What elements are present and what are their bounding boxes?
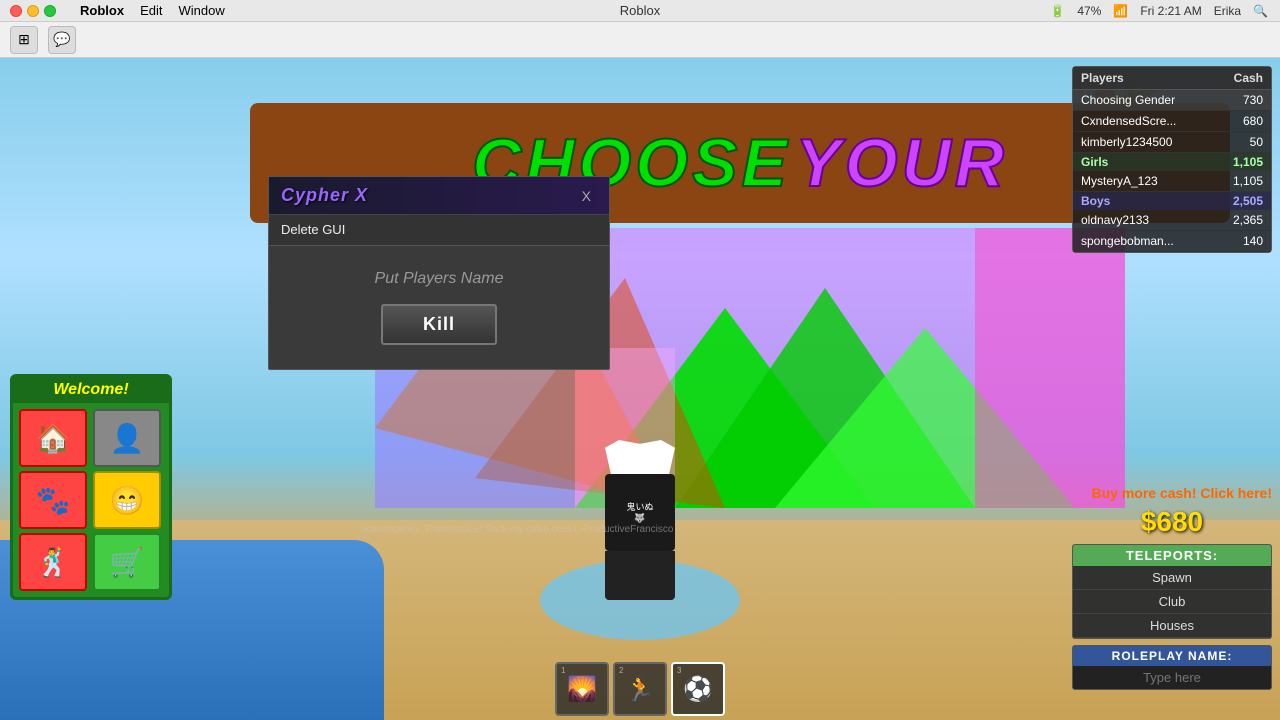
mac-left-area: Roblox Edit Window [10, 3, 225, 18]
buy-cash-link[interactable]: Buy more cash! Click here! [1072, 485, 1272, 502]
player-name-cell: oldnavy2133 [1081, 213, 1149, 227]
welcome-home-button[interactable]: 🏠 [19, 409, 87, 467]
section-girls-cash: 1,105 [1233, 155, 1263, 169]
section-girls: Girls 1,105 [1073, 153, 1271, 171]
window-title: Roblox [620, 3, 660, 18]
hotbar-slot-2-inner: 2 🏃 [615, 664, 665, 714]
hotbar: 1 🌄 2 🏃 3 ⚽ [555, 662, 725, 716]
welcome-grid: 🏠 👤 🐾 😁 🕺 🛒 [13, 403, 169, 597]
mac-titlebar: Roblox Edit Window Roblox 🔋 47% 📶 Fri 2:… [0, 0, 1280, 22]
teleports-panel: TELEPORTS: Spawn Club Houses [1072, 544, 1272, 639]
players-cash-panel: Players Cash Choosing Gender 730 Cxndens… [1072, 66, 1272, 253]
player-row-kimberly: kimberly1234500 50 [1073, 132, 1271, 153]
hotbar-slot-3-icon: ⚽ [683, 675, 713, 704]
player-cash-cell: 680 [1243, 114, 1263, 128]
roleplay-header: ROLEPLAY NAME: [1073, 646, 1271, 666]
menu-window[interactable]: Window [178, 3, 224, 18]
houses-teleport-button[interactable]: Houses [1073, 614, 1271, 638]
player-cash-cell: 2,365 [1233, 213, 1263, 227]
mac-window-controls[interactable] [10, 5, 56, 17]
player-cash-cell: 730 [1243, 93, 1263, 107]
username: Erika [1214, 4, 1241, 18]
char-pants [605, 551, 675, 600]
welcome-title: Welcome! [13, 377, 169, 403]
game-character: 鬼いぬ🐺 [600, 440, 680, 600]
char-body: 鬼いぬ🐺 [605, 474, 675, 552]
mac-status-bar: 🔋 47% 📶 Fri 2:21 AM Erika 🔍 [1048, 4, 1270, 18]
hotbar-slot-2-number: 2 [619, 666, 623, 675]
cypher-gui-title: Cypher X [281, 185, 368, 206]
window-toolbar: ⊞ 💬 [0, 22, 1280, 58]
watermark-text: ScavengerBy: FranciscoLet Sack my clitko… [360, 524, 673, 535]
section-boys-cash: 2,505 [1233, 194, 1263, 208]
menu-edit[interactable]: Edit [140, 3, 162, 18]
close-window-button[interactable] [10, 5, 22, 17]
player-row-choosing-gender: Choosing Gender 730 [1073, 90, 1271, 111]
player-row-cxndensed: CxndensedScre... 680 [1073, 111, 1271, 132]
hotbar-slot-1-icon: 🌄 [567, 675, 597, 704]
player-row-spongebob: spongebobman... 140 [1073, 231, 1271, 252]
section-boys-label: Boys [1081, 194, 1110, 208]
hotbar-slot-1-number: 1 [561, 666, 565, 675]
cypher-title-bar: Cypher X X [269, 177, 609, 215]
welcome-pets-button[interactable]: 🐾 [19, 471, 87, 529]
player-name-cell: spongebobman... [1081, 234, 1174, 248]
spawn-teleport-button[interactable]: Spawn [1073, 566, 1271, 590]
player-row-oldnavy: oldnavy2133 2,365 [1073, 210, 1271, 231]
cash-display: $680 [1072, 506, 1272, 538]
welcome-panel: Welcome! 🏠 👤 🐾 😁 🕺 🛒 [10, 374, 172, 600]
hotbar-slot-1-inner: 1 🌄 [557, 664, 607, 714]
cash-column-header: Cash [1234, 71, 1263, 85]
player-cash-cell: 50 [1250, 135, 1263, 149]
section-girls-label: Girls [1081, 155, 1108, 169]
player-name-cell: CxndensedScre... [1081, 114, 1176, 128]
mac-menu-bar: Roblox Edit Window [80, 3, 225, 18]
roleplay-name-input[interactable] [1073, 666, 1271, 689]
cypher-content-area: Put Players Name Kill [269, 246, 609, 369]
players-column-header: Players [1081, 71, 1124, 85]
bottom-right-panel: Buy more cash! Click here! $680 TELEPORT… [1072, 485, 1272, 690]
kill-button[interactable]: Kill [381, 304, 497, 345]
game-viewport: 🌴 CHOOSE YOUR 鬼いぬ🐺 ScavengerBy: Francisc… [0, 58, 1280, 720]
hotbar-slot-3[interactable]: 3 ⚽ [671, 662, 725, 716]
welcome-player-button[interactable]: 👤 [93, 409, 161, 467]
welcome-dance-button[interactable]: 🕺 [19, 533, 87, 591]
player-name-cell: MysteryA_123 [1081, 174, 1158, 188]
search-icon[interactable]: 🔍 [1253, 4, 1268, 18]
player-name-input[interactable]: Put Players Name [285, 270, 593, 288]
player-cash-cell: 1,105 [1233, 174, 1263, 188]
banner-your-text: YOUR [795, 124, 1007, 202]
player-cash-cell: 140 [1243, 234, 1263, 248]
player-name-cell: Choosing Gender [1081, 93, 1175, 107]
hotbar-slot-2-icon: 🏃 [625, 675, 655, 704]
roleplay-section: ROLEPLAY NAME: [1072, 645, 1272, 690]
battery-icon: 🔋 [1050, 4, 1065, 18]
hotbar-slot-2[interactable]: 2 🏃 [613, 662, 667, 716]
welcome-shop-button[interactable]: 🛒 [93, 533, 161, 591]
toolbar-icon-2[interactable]: 💬 [48, 26, 76, 54]
maximize-window-button[interactable] [44, 5, 56, 17]
teleports-header: TELEPORTS: [1073, 545, 1271, 566]
toolbar-icon-1[interactable]: ⊞ [10, 26, 38, 54]
minimize-window-button[interactable] [27, 5, 39, 17]
player-name-cell: kimberly1234500 [1081, 135, 1172, 149]
wifi-icon: 📶 [1113, 4, 1128, 18]
club-teleport-button[interactable]: Club [1073, 590, 1271, 614]
players-cash-header: Players Cash [1073, 67, 1271, 90]
cypher-close-button[interactable]: X [576, 186, 597, 206]
battery-level: 47% [1077, 4, 1101, 18]
hotbar-slot-3-inner: 3 ⚽ [673, 664, 723, 714]
menu-roblox[interactable]: Roblox [80, 3, 124, 18]
player-row-mystery: MysteryA_123 1,105 [1073, 171, 1271, 192]
section-boys: Boys 2,505 [1073, 192, 1271, 210]
delete-gui-button[interactable]: Delete GUI [281, 222, 345, 237]
datetime: Fri 2:21 AM [1140, 4, 1201, 18]
hotbar-slot-3-number: 3 [677, 666, 681, 675]
cypher-menu-bar: Delete GUI [269, 215, 609, 246]
cypher-gui-modal: Cypher X X Delete GUI Put Players Name K… [268, 176, 610, 370]
hotbar-slot-1[interactable]: 1 🌄 [555, 662, 609, 716]
welcome-emoji-button[interactable]: 😁 [93, 471, 161, 529]
